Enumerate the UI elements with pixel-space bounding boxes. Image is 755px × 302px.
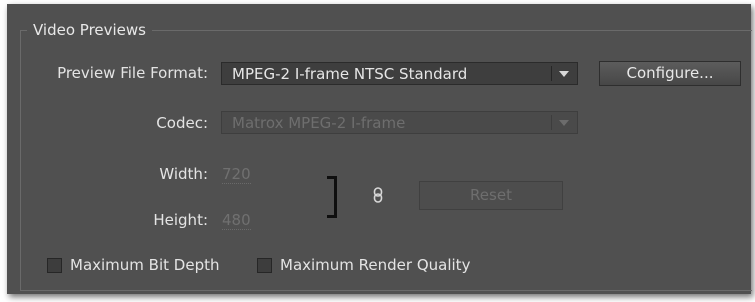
width-value[interactable]: 720 [222, 165, 251, 184]
height-label: Height: [153, 211, 208, 229]
preview-file-format-dropdown[interactable]: MPEG-2 I-frame NTSC Standard [221, 62, 578, 85]
group-title: Video Previews [27, 19, 152, 41]
configure-button[interactable]: Configure... [599, 61, 741, 86]
dropdown-divider [551, 66, 552, 81]
chain-link-icon[interactable] [371, 187, 385, 203]
width-label: Width: [159, 165, 208, 183]
chevron-down-icon [559, 120, 569, 126]
max-bit-depth-label[interactable]: Maximum Bit Depth [70, 255, 219, 275]
preview-file-format-value: MPEG-2 I-frame NTSC Standard [232, 65, 468, 83]
dropdown-divider [551, 115, 552, 130]
codec-label: Codec: [156, 114, 208, 132]
reset-button[interactable]: Reset [419, 181, 563, 210]
preview-file-format-label: Preview File Format: [57, 64, 208, 82]
height-value[interactable]: 480 [222, 211, 251, 230]
aspect-link-bracket [327, 176, 337, 218]
video-previews-panel: Video Previews Preview File Format: MPEG… [7, 4, 752, 294]
max-render-quality-checkbox[interactable] [257, 258, 272, 273]
max-render-quality-label[interactable]: Maximum Render Quality [280, 255, 470, 275]
max-bit-depth-checkbox[interactable] [47, 258, 62, 273]
codec-dropdown[interactable]: Matrox MPEG-2 I-frame [221, 111, 578, 134]
chevron-down-icon [559, 71, 569, 77]
codec-value: Matrox MPEG-2 I-frame [232, 114, 406, 132]
